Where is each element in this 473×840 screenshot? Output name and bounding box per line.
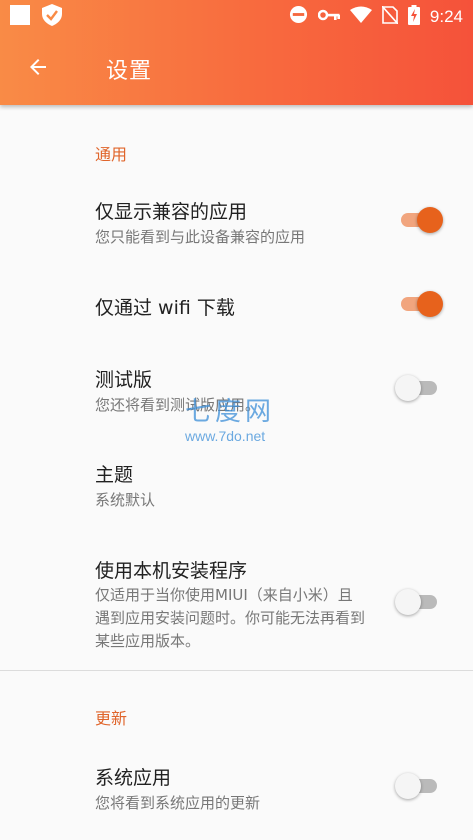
arrow-left-icon[interactable] (26, 55, 50, 83)
switch-thumb (417, 291, 443, 317)
setting-row-wifi-only[interactable]: 仅通过 wifi 下载 (0, 289, 473, 329)
switch-thumb (417, 207, 443, 233)
toggle-system-apps[interactable] (395, 771, 443, 801)
do-not-disturb-icon (289, 5, 308, 28)
section-header-general: 通用 (95, 145, 128, 164)
section-divider (0, 670, 473, 671)
toggle-wifi-only[interactable] (395, 289, 443, 319)
square-icon (10, 4, 30, 29)
no-sim-icon (381, 4, 399, 28)
setting-row-compatible-apps[interactable]: 仅显示兼容的应用 您只能看到与此设备兼容的应用 (0, 193, 473, 255)
app-bar: 设置 (0, 33, 473, 105)
setting-title: 系统应用 (95, 767, 172, 789)
settings-list: 通用 仅显示兼容的应用 您只能看到与此设备兼容的应用 仅通过 wifi 下载 测… (0, 105, 473, 840)
section-header-updates: 更新 (95, 709, 128, 728)
switch-thumb (395, 773, 421, 799)
switch-thumb (395, 589, 421, 615)
toggle-compatible-apps[interactable] (395, 205, 443, 235)
switch-thumb (395, 375, 421, 401)
setting-row-native-installer[interactable]: 使用本机安装程序 仅适用于当你使用MIUI（来自小米）且遇到应用安装问题时。你可… (0, 552, 473, 652)
setting-row-system-apps[interactable]: 系统应用 您将看到系统应用的更新 (0, 759, 473, 821)
setting-row-beta[interactable]: 测试版 您还将看到测试版应用。 (0, 361, 473, 423)
setting-subtitle: 仅适用于当你使用MIUI（来自小米）且遇到应用安装问题时。你可能无法再看到某些应… (95, 586, 366, 650)
battery-charging-icon (407, 4, 420, 29)
toggle-native-installer[interactable] (395, 587, 443, 617)
wifi-icon (349, 6, 372, 27)
status-time: 9:24 (429, 6, 463, 26)
status-bar: 9:24 (0, 0, 473, 33)
setting-title: 测试版 (95, 369, 153, 391)
setting-subtitle: 系统默认 (95, 491, 156, 509)
top-bar: 9:24 设置 (0, 0, 473, 105)
setting-row-theme[interactable]: 主题 系统默认 (0, 456, 473, 518)
back-button[interactable] (18, 49, 58, 89)
setting-subtitle: 您只能看到与此设备兼容的应用 (95, 228, 306, 246)
setting-title: 仅显示兼容的应用 (95, 201, 248, 223)
setting-subtitle: 您还将看到测试版应用。 (95, 396, 261, 414)
setting-subtitle: 您将看到系统应用的更新 (95, 794, 261, 812)
key-icon (317, 7, 340, 26)
shield-check-icon (42, 3, 62, 30)
page-title: 设置 (106, 59, 153, 84)
setting-title: 使用本机安装程序 (95, 560, 248, 582)
setting-title: 仅通过 wifi 下载 (95, 297, 235, 319)
setting-title: 主题 (95, 464, 134, 486)
toggle-beta[interactable] (395, 373, 443, 403)
